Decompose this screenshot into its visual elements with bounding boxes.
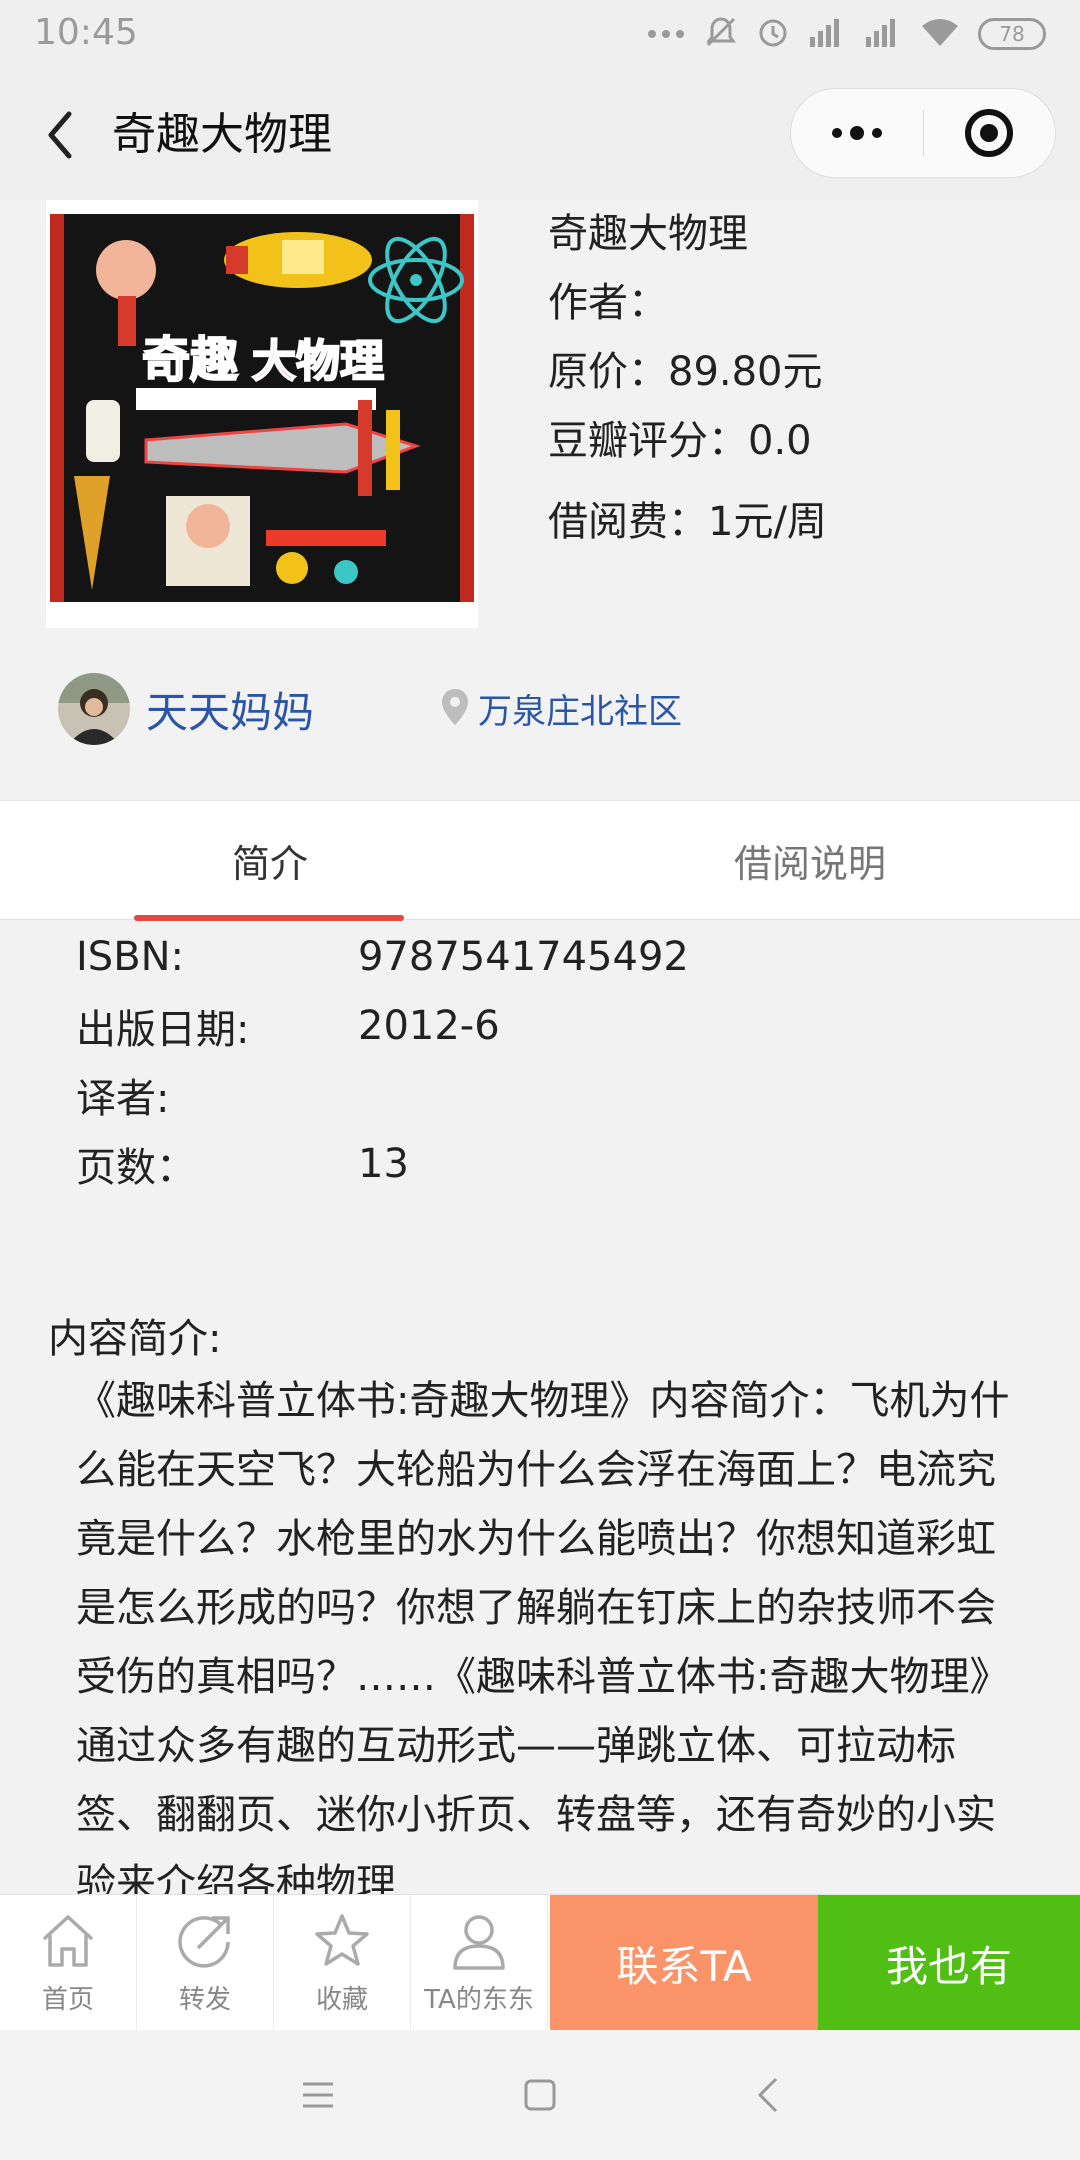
book-cover[interactable]: 奇趣 大物理: [46, 200, 478, 628]
meta-label: 页数：: [76, 1144, 196, 1191]
tab-borrow-rules[interactable]: 借阅说明: [540, 801, 1080, 919]
page-title: 奇趣大物理: [112, 109, 332, 160]
meta-value: 2012-6: [358, 1002, 500, 1049]
book-title: 奇趣大物理: [548, 211, 748, 257]
favorite-button[interactable]: 收藏: [274, 1895, 411, 2031]
meta-label: 译者:: [76, 1075, 170, 1122]
borrow-fee: 借阅费：1元/周: [548, 499, 827, 545]
status-bar: 10:45 78: [0, 0, 1080, 70]
location-text[interactable]: 万泉庄北社区: [478, 684, 682, 733]
bottom-action-bar: 首页 转发 收藏 TA的东东 联系TA 我也有: [0, 1894, 1080, 2031]
tab-intro[interactable]: 简介: [0, 801, 540, 919]
signal-hd-icon: [864, 15, 902, 53]
contact-ta-button[interactable]: 联系TA: [550, 1895, 818, 2031]
tab-bar: 简介 借阅说明: [0, 800, 1080, 921]
book-author: 作者：: [548, 280, 668, 326]
location[interactable]: 万泉庄北社区: [440, 684, 682, 733]
favorite-label: 收藏: [315, 1984, 368, 2015]
svg-text:奇趣: 奇趣: [142, 332, 238, 388]
avatar[interactable]: [58, 673, 130, 745]
summary-text: 《趣味科普立体书:奇趣大物理》内容简介：飞机为什么能在天空飞？大轮船为什么会浮在…: [76, 1378, 1010, 1894]
home-button[interactable]: 首页: [0, 1895, 137, 2031]
book-price: 原价：89.80元: [548, 349, 823, 395]
status-icons: 78: [646, 14, 1046, 54]
meta-value: 9787541745492: [358, 933, 689, 980]
meta-row-publish-date: 出版日期: 2012-6: [76, 991, 689, 1060]
summary-title: 内容简介:: [48, 1316, 222, 1362]
meta-row-translator: 译者:: [76, 1060, 689, 1129]
menu-icon[interactable]: [288, 2065, 348, 2125]
mute-icon: [704, 15, 738, 53]
signal-hd-icon: [808, 15, 846, 53]
person-icon: [449, 1911, 509, 1971]
more-dots-icon[interactable]: [791, 89, 923, 177]
meta-row-isbn: ISBN: 9787541745492: [76, 922, 689, 991]
share-label: 转发: [178, 1984, 231, 2015]
meta-row-pages: 页数： 13: [76, 1129, 689, 1198]
mini-program-capsule: [790, 88, 1056, 178]
system-nav-bar: [0, 2030, 1080, 2160]
target-icon[interactable]: [924, 89, 1056, 177]
i-have-button[interactable]: 我也有: [818, 1895, 1080, 2031]
back-arrow-icon[interactable]: [30, 100, 90, 170]
meta-label: ISBN:: [76, 933, 185, 980]
star-icon: [312, 1911, 372, 1971]
ta-items-label: TA的东东: [424, 1984, 534, 2015]
home-icon: [38, 1911, 98, 1971]
home-square-icon[interactable]: [510, 2065, 570, 2125]
location-pin-icon: [440, 687, 470, 731]
status-time: 10:45: [34, 12, 138, 53]
share-icon: [175, 1911, 235, 1971]
back-triangle-icon[interactable]: [738, 2065, 798, 2125]
alarm-icon: [756, 15, 790, 53]
meta-value: 13: [358, 1140, 409, 1187]
nav-bar: 奇趣大物理: [0, 70, 1080, 200]
owner[interactable]: 天天妈妈: [58, 672, 314, 746]
svg-text:大物理: 大物理: [252, 336, 384, 387]
tab-active-indicator: [134, 915, 404, 921]
dots-icon: [646, 25, 686, 44]
wifi-icon: [920, 16, 960, 52]
meta-label: 出版日期:: [76, 1006, 250, 1053]
owner-name[interactable]: 天天妈妈: [146, 679, 314, 740]
book-info: 奇趣大物理 作者： 原价：89.80元 豆瓣评分：0.0 借阅费：1元/周: [548, 200, 827, 557]
book-rating: 豆瓣评分：0.0: [548, 418, 812, 464]
home-label: 首页: [41, 1984, 94, 2015]
intro-content[interactable]: ISBN: 9787541745492 出版日期: 2012-6 译者: 页数：…: [0, 922, 1080, 1894]
battery-icon: 78: [978, 18, 1046, 50]
ta-items-button[interactable]: TA的东东: [411, 1895, 548, 2031]
book-meta: ISBN: 9787541745492 出版日期: 2012-6 译者: 页数：…: [76, 922, 689, 1198]
share-button[interactable]: 转发: [137, 1895, 274, 2031]
